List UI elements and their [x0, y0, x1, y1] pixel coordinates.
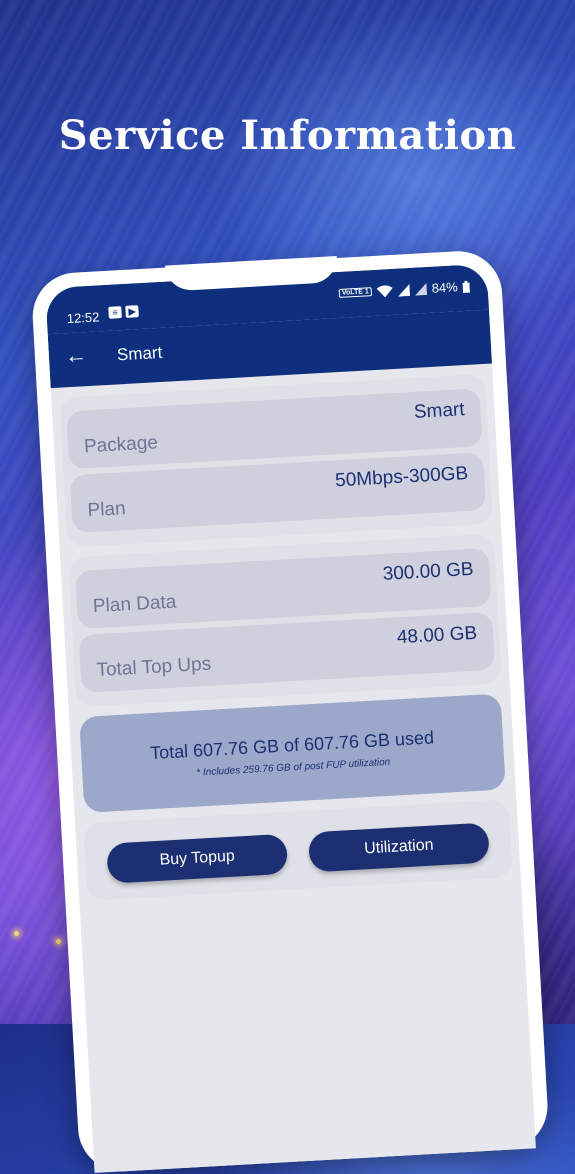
service-content: Package Smart Plan 50Mbps-300GB Plan Dat…	[51, 363, 521, 901]
volte-badge: VoLTE 1	[338, 287, 373, 298]
battery-percent: 84%	[431, 279, 459, 296]
data-card: Plan Data 300.00 GB Total Top Ups 48.00 …	[68, 533, 502, 708]
signal-icon	[398, 283, 411, 297]
youtube-icon: ▶	[125, 305, 139, 318]
plan-label: Plan	[87, 498, 127, 522]
phone-screen: 12:52 ≡ ▶ VoLTE 1 84% ← Smart Package Sm…	[45, 263, 536, 1173]
buy-topup-button[interactable]: Buy Topup	[106, 833, 289, 884]
package-value: Smart	[413, 399, 466, 423]
plan-value: 50Mbps-300GB	[334, 463, 469, 492]
status-time: 12:52	[66, 309, 100, 327]
status-right: VoLTE 1 84%	[338, 279, 471, 301]
top-ups-label: Total Top Ups	[95, 653, 212, 682]
actions-card: Buy Topup Utilization	[83, 799, 513, 901]
plan-data-value: 300.00 GB	[382, 558, 475, 585]
promo-headline: Service Information	[58, 112, 517, 159]
signal-icon-2	[415, 282, 428, 296]
package-label: Package	[83, 432, 159, 458]
toolbar-title: Smart	[116, 342, 163, 365]
top-ups-value: 48.00 GB	[396, 622, 478, 649]
notes-icon: ≡	[108, 306, 122, 319]
battery-icon	[462, 280, 471, 293]
package-card: Package Smart Plan 50Mbps-300GB	[59, 373, 493, 548]
wifi-icon	[376, 284, 393, 297]
usage-summary: Total 607.76 GB of 607.76 GB used * Incl…	[79, 693, 506, 813]
back-arrow-icon[interactable]: ←	[64, 342, 87, 369]
notification-icons: ≡ ▶	[108, 305, 139, 319]
phone-frame: 12:52 ≡ ▶ VoLTE 1 84% ← Smart Package Sm…	[30, 248, 550, 1174]
plan-data-label: Plan Data	[92, 591, 177, 618]
utilization-button[interactable]: Utilization	[307, 822, 490, 873]
